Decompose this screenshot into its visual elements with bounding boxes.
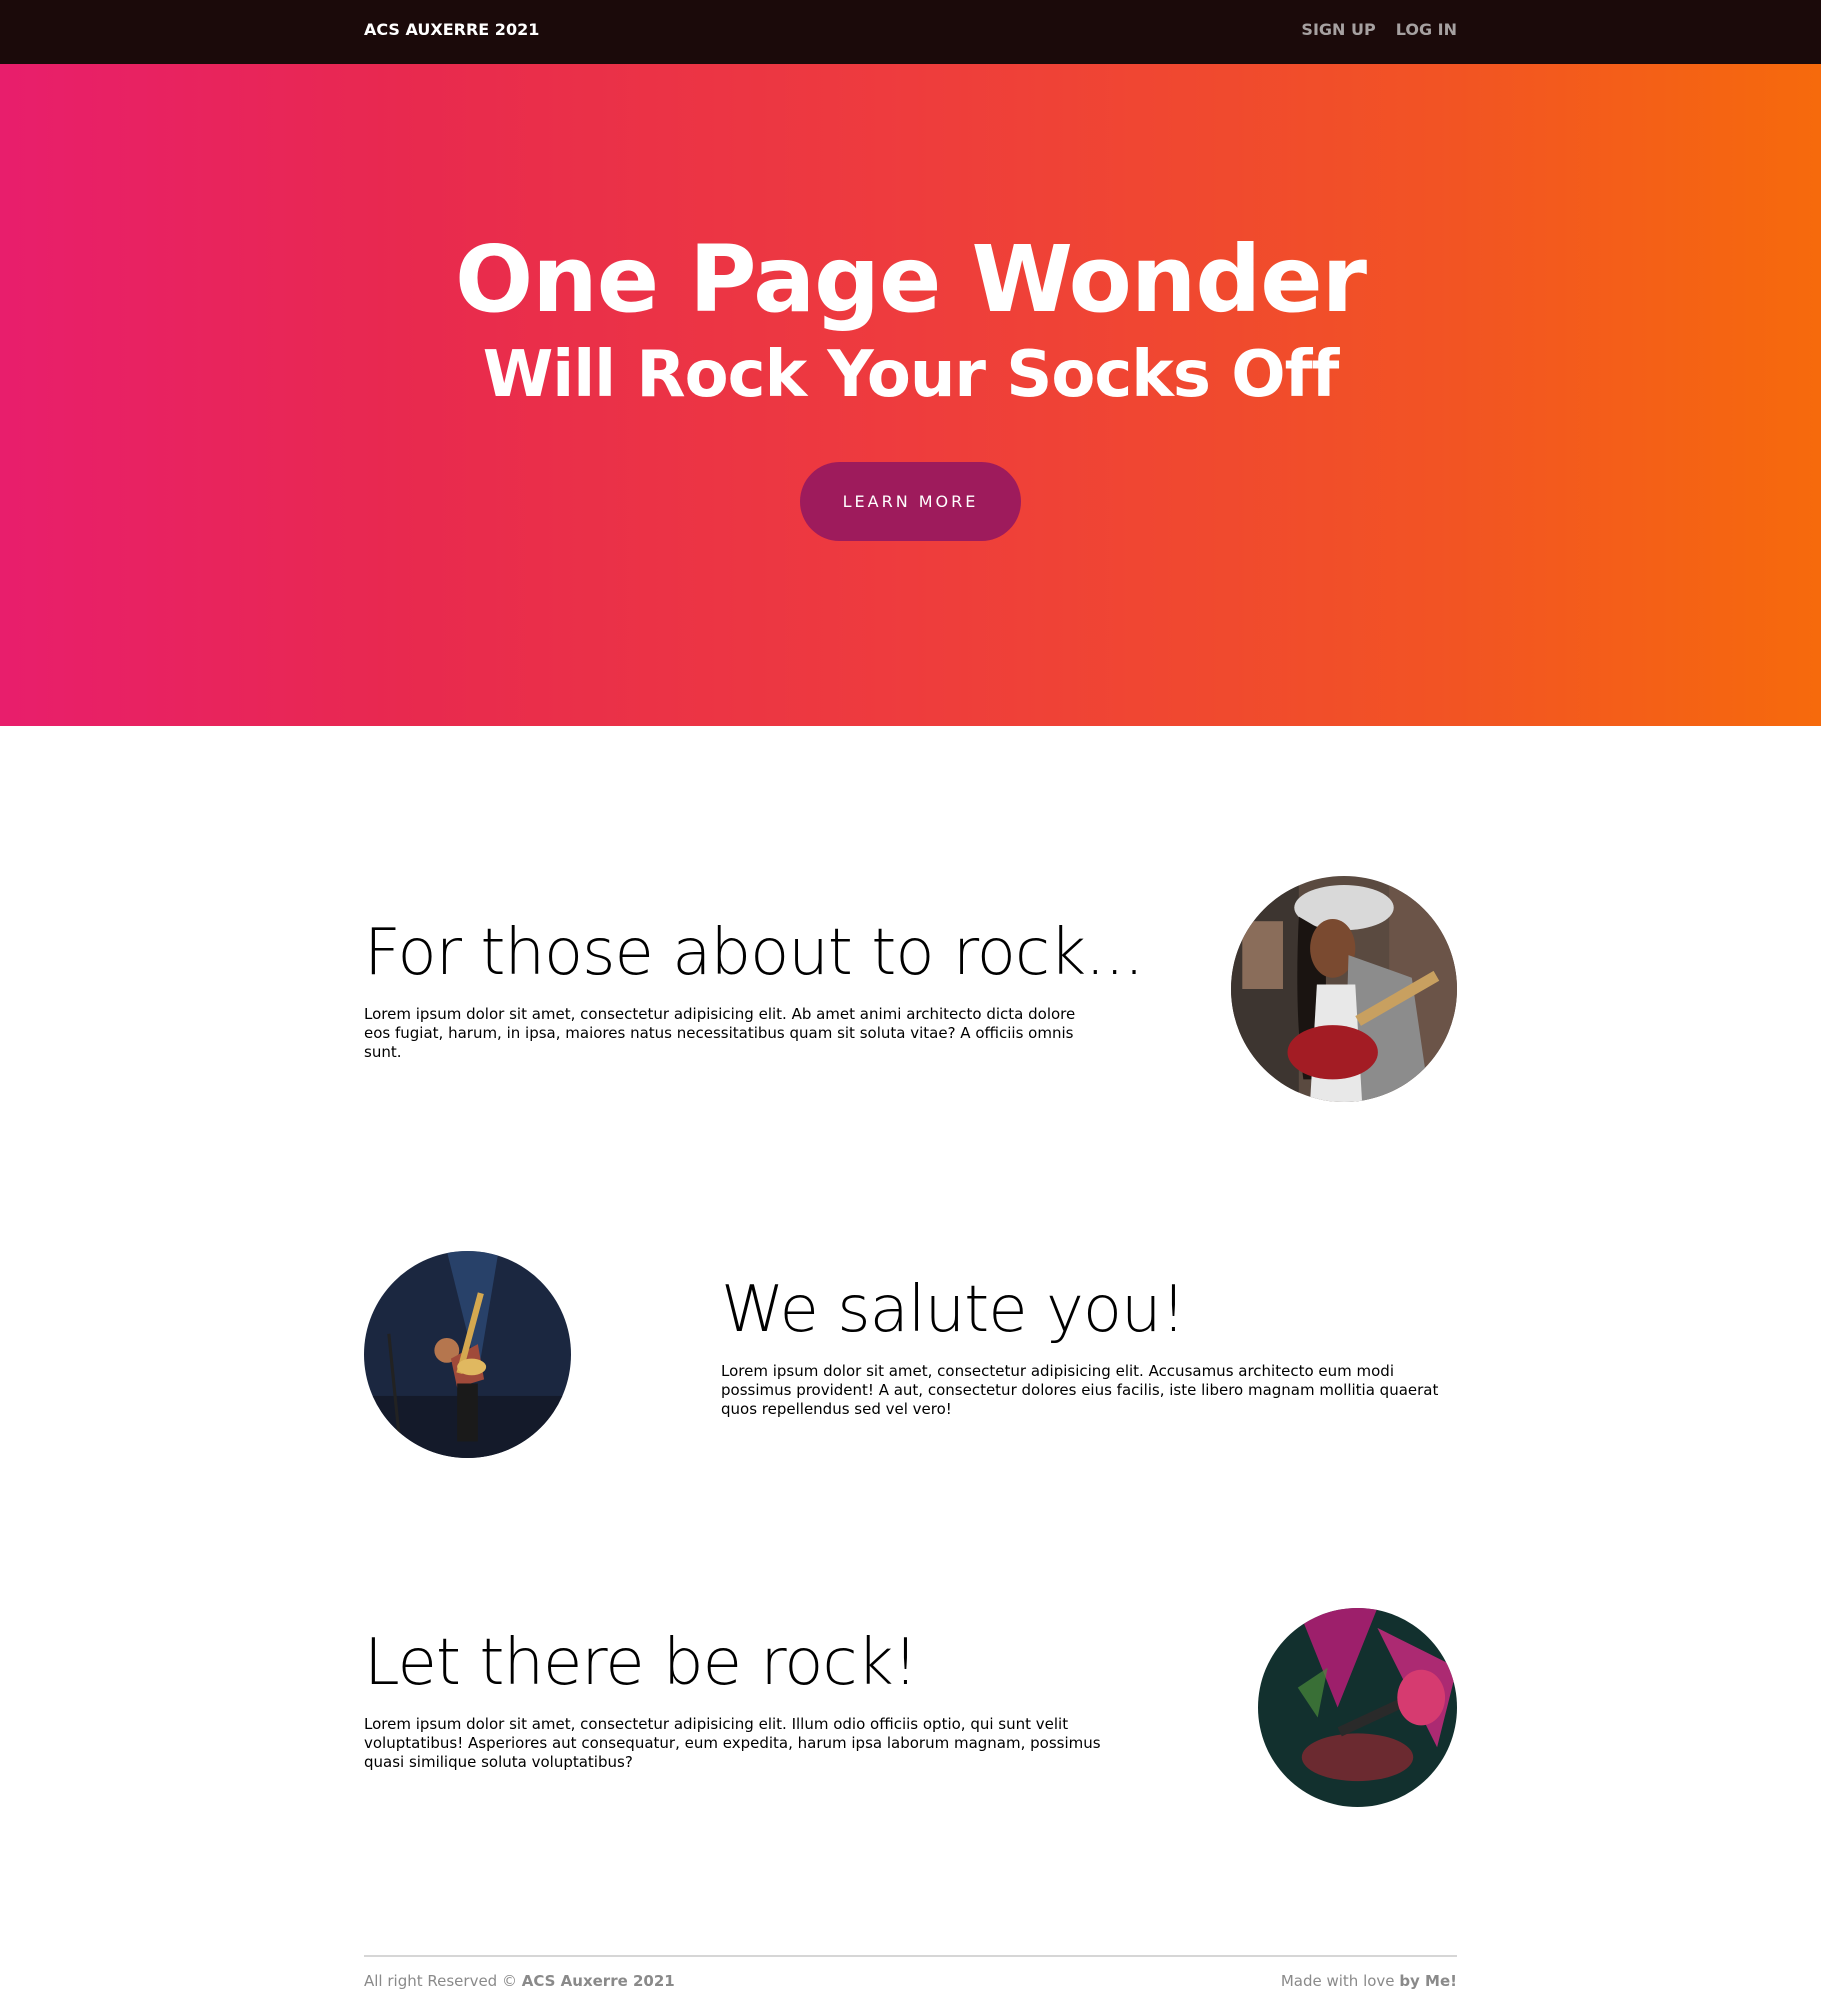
guitarist-woman-image [1231, 876, 1457, 1102]
brand-link[interactable]: ACS AUXERRE 2021 [364, 20, 539, 39]
section-text: Lorem ipsum dolor sit amet, consectetur … [364, 1005, 1076, 1061]
hero-banner: One Page Wonder Will Rock Your Socks Off… [0, 64, 1821, 726]
footer-credit: Made with love by Me! [1281, 1972, 1457, 1990]
concert-guitarist-image [364, 1251, 571, 1458]
navbar: ACS AUXERRE 2021 SIGN UP LOG IN [0, 0, 1821, 64]
footer-copyright: All right Reserved © ACS Auxerre 2021 [364, 1972, 675, 1990]
footer-copyright-name: ACS Auxerre 2021 [521, 1972, 675, 1990]
footer-copyright-prefix: All right Reserved © [364, 1972, 517, 1990]
section-text: Lorem ipsum dolor sit amet, consectetur … [721, 1362, 1439, 1418]
hero-title: One Page Wonder [455, 226, 1367, 333]
log-in-link[interactable]: LOG IN [1396, 20, 1457, 39]
nav-links: SIGN UP LOG IN [1301, 20, 1457, 39]
footer-credit-author: by Me! [1399, 1972, 1457, 1990]
sign-up-link[interactable]: SIGN UP [1301, 20, 1375, 39]
section-title: For those about to rock... [364, 916, 1144, 990]
section-title: Let there be rock! [364, 1626, 918, 1700]
footer-credit-prefix: Made with love [1280, 1972, 1395, 1990]
footer-divider [364, 1955, 1457, 1957]
hero-subtitle: Will Rock Your Socks Off [482, 338, 1340, 412]
section-text: Lorem ipsum dolor sit amet, consectetur … [364, 1715, 1101, 1771]
section-title: We salute you! [721, 1273, 1186, 1347]
neon-guitar-image [1258, 1608, 1457, 1807]
learn-more-button[interactable]: LEARN MORE [800, 462, 1021, 541]
